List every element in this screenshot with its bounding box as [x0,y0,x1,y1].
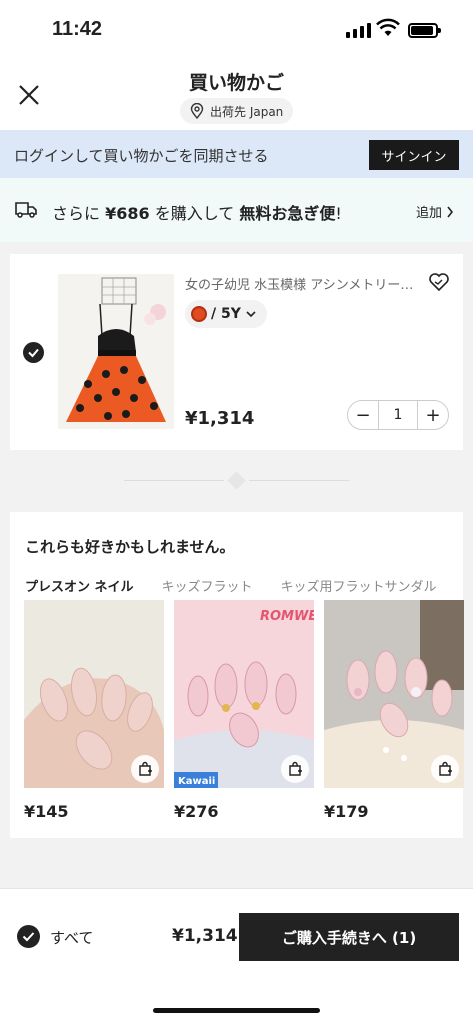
recommended-product[interactable]: ¥145 [24,600,164,821]
product-image[interactable]: ROMWE Kawaii [174,600,314,788]
add-to-cart-icon[interactable] [281,755,309,783]
recommendation-tabs: プレスオン ネイル キッズフラット キッズ用フラットサンダル [25,576,437,595]
color-swatch [191,306,207,322]
chevron-down-icon [246,311,256,318]
chevron-right-icon [447,206,454,217]
product-name[interactable]: 女の子幼児 水玉模様 アシンメトリー裾 ワンピース [185,274,417,293]
shipping-suffix: ! [335,204,342,223]
recommended-price: ¥145 [24,802,69,821]
add-items-link[interactable]: 追加 [416,202,454,221]
battery-icon [408,23,441,38]
kawaii-badge: Kawaii [178,776,215,787]
quantity-value[interactable]: 1 [378,401,418,429]
home-indicator [153,1008,320,1013]
shipping-prefix: さらに [52,204,101,223]
page-title: 買い物かご [188,72,284,94]
shipping-middle: を購入して [154,204,235,223]
item-select-checkbox[interactable] [23,342,44,363]
ship-to-selector[interactable]: 出荷先 Japan [180,98,294,124]
cart-item: 女の子幼児 水玉模様 アシンメトリー裾 ワンピース / 5Y ¥1,314 − … [10,254,463,450]
tab-kids-flat-sandals[interactable]: キッズ用フラットサンダル [281,576,437,595]
checkmark-icon [22,932,35,942]
signin-button[interactable]: サインイン [369,140,459,170]
select-all-label: すべて [50,929,94,947]
recommended-product[interactable]: ¥179 [324,600,464,821]
location-pin-icon [190,103,204,119]
brand-watermark: ROMWE [260,609,314,624]
signal-icon [346,22,371,38]
recommended-product[interactable]: ROMWE Kawaii ¥276 [174,600,314,821]
signin-banner: ログインして買い物かごを同期させる サインイン [0,130,473,178]
total-price: ¥1,314 [172,926,238,946]
add-items-label: 追加 [416,206,443,221]
ship-to-label: 出荷先 Japan [210,104,284,119]
truck-icon [15,202,37,218]
recommended-price: ¥276 [174,802,219,821]
wifi-icon [376,18,400,36]
decrease-quantity-button[interactable]: − [348,405,378,426]
item-price: ¥1,314 [185,408,255,429]
tab-press-on-nails[interactable]: プレスオン ネイル [25,576,134,595]
free-shipping-banner[interactable]: さらに ¥686 を購入して 無料お急ぎ便! 追加 [0,178,473,242]
shipping-highlight: 無料お急ぎ便 [239,204,336,223]
cart-header: 買い物かご 出荷先 Japan [0,60,473,130]
product-image[interactable] [24,600,164,788]
select-all-checkbox[interactable] [17,925,40,948]
status-time: 11:42 [52,18,103,40]
shipping-message: さらに ¥686 を購入して 無料お急ぎ便! [52,200,342,224]
status-bar: 11:42 [0,0,473,60]
add-to-cart-icon[interactable] [131,755,159,783]
add-to-cart-icon[interactable] [431,755,459,783]
checkout-button[interactable]: ご購入手続きへ (1) [239,913,459,961]
product-image[interactable] [58,274,174,429]
shipping-amount: ¥686 [105,204,150,223]
wishlist-heart-icon[interactable] [428,272,450,292]
recommended-price: ¥179 [324,802,369,821]
checkout-bar: すべて ¥1,314 ご購入手続きへ (1) [0,888,473,1024]
recommendations-title: これらも好きかもしれません。 [25,538,235,556]
variant-selector[interactable]: / 5Y [185,300,267,328]
tab-kids-flats[interactable]: キッズフラット [162,576,253,595]
signin-message: ログインして買い物かごを同期させる [14,147,269,165]
variant-size: / 5Y [211,306,241,322]
recommendations-section: これらも好きかもしれません。 プレスオン ネイル キッズフラット キッズ用フラッ… [10,512,464,838]
section-divider [0,471,473,491]
increase-quantity-button[interactable]: + [418,405,448,426]
checkmark-icon [28,348,39,358]
product-image[interactable] [324,600,464,788]
quantity-stepper: − 1 + [347,400,449,430]
